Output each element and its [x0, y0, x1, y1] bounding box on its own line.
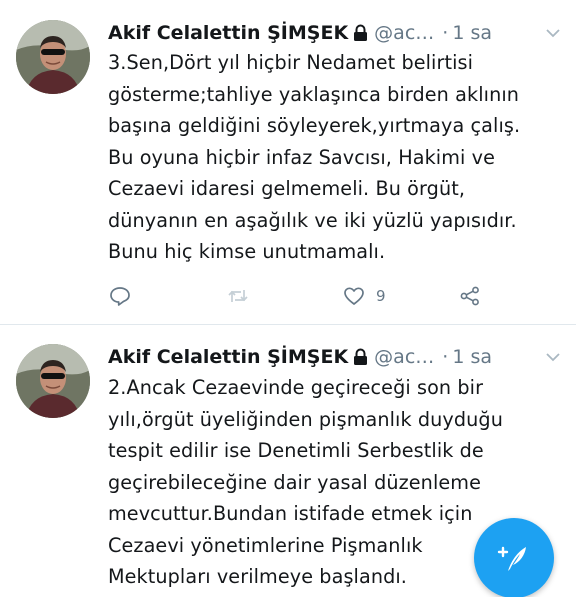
timestamp[interactable]: 1 sa [452, 22, 492, 44]
like-button[interactable]: 9 [342, 284, 386, 308]
retweet-button[interactable] [226, 284, 250, 308]
timestamp[interactable]: 1 sa [452, 346, 492, 368]
author-name[interactable]: Akif Celalettin ŞİMŞEK [108, 346, 348, 368]
compose-feather-icon [497, 546, 526, 571]
tweet-text: 3.Sen,Dört yıl hiçbir Nedamet belirtisi … [108, 51, 521, 263]
lock-icon [353, 348, 368, 366]
avatar[interactable] [16, 344, 90, 418]
separator-dot: · [442, 346, 449, 368]
like-count: 9 [376, 287, 386, 305]
chevron-down-icon[interactable] [544, 24, 562, 42]
reply-icon [110, 287, 130, 306]
share-icon [460, 286, 479, 306]
tweet-header: Akif Celalettin ŞİMŞEK @ac… · 1 sa [108, 342, 562, 372]
lock-icon [353, 24, 368, 42]
tweet-actions: 9 [108, 284, 488, 314]
author-handle[interactable]: @ac… [374, 22, 434, 44]
chevron-down-icon[interactable] [544, 348, 562, 366]
reply-button[interactable] [108, 284, 132, 308]
avatar[interactable] [16, 20, 90, 94]
author-name[interactable]: Akif Celalettin ŞİMŞEK [108, 22, 348, 44]
author-handle[interactable]: @ac… [374, 346, 434, 368]
tweet-header: Akif Celalettin ŞİMŞEK @ac… · 1 sa [108, 18, 562, 48]
share-button[interactable] [458, 284, 482, 308]
tweet[interactable]: Akif Celalettin ŞİMŞEK @ac… · 1 sa 3.Sen… [0, 0, 576, 325]
heart-icon [344, 287, 364, 305]
separator-dot: · [442, 22, 449, 44]
retweet-icon [228, 290, 248, 302]
compose-tweet-button[interactable] [474, 518, 554, 597]
